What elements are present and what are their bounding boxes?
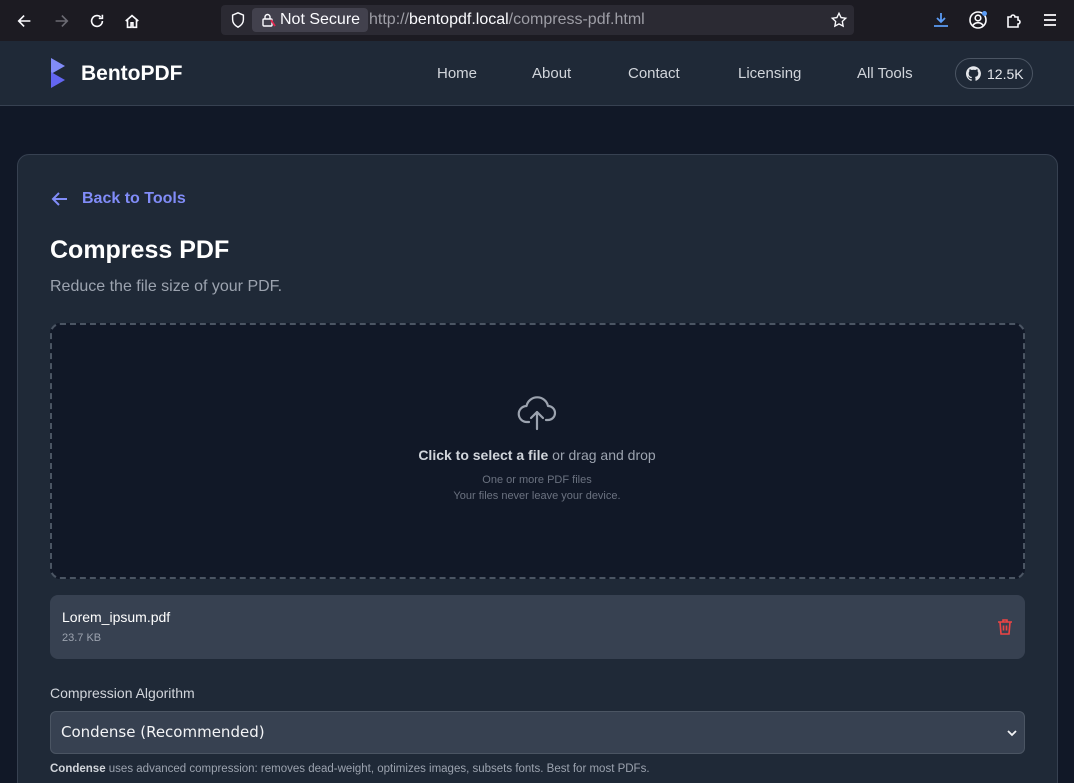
selected-algorithm: Condense (Recommended) (61, 723, 265, 741)
extensions-icon[interactable] (1004, 10, 1024, 30)
nav-contact[interactable]: Contact (628, 65, 680, 82)
dropzone-hint-privacy: Your files never leave your device. (453, 490, 621, 502)
page-subtitle: Reduce the file size of your PDF. (50, 278, 283, 295)
downloads-icon[interactable] (931, 10, 951, 30)
back-arrow-icon[interactable] (12, 8, 38, 34)
dropzone-instruction[interactable]: Click to select a file or drag and drop (0, 447, 1074, 463)
page-title: Compress PDF (50, 236, 230, 264)
shield-icon[interactable] (229, 11, 247, 29)
back-label: Back to Tools (82, 190, 186, 207)
file-list-item: Lorem_ipsum.pdf 23.7 KB (50, 595, 1025, 659)
cloud-upload-icon (517, 396, 557, 431)
url-path: /compress-pdf.html (508, 11, 645, 28)
dropzone-hint-filetypes: One or more PDF files (482, 474, 592, 486)
bookmark-star-icon[interactable] (830, 11, 848, 29)
github-stars-button[interactable]: 12.5K (955, 58, 1033, 89)
account-icon[interactable] (968, 10, 988, 30)
dropzone-cta-rest: or drag and drop (548, 447, 656, 463)
bentopdf-logo-icon[interactable] (49, 56, 69, 90)
url-prefix: http:// (369, 11, 410, 28)
nav-home[interactable]: Home (437, 65, 477, 82)
url-host: bentopdf.local (409, 11, 509, 28)
url-text[interactable]: http://bentopdf.local/compress-pdf.html (369, 11, 645, 29)
url-bar[interactable]: Not Secure http://bentopdf.local/compres… (221, 5, 854, 35)
file-size: 23.7 KB (62, 632, 102, 644)
file-name: Lorem_ipsum.pdf (62, 609, 171, 625)
compression-algorithm-select[interactable]: Condense (Recommended) (50, 711, 1025, 754)
home-icon[interactable] (119, 8, 145, 34)
lock-warning-icon (262, 13, 276, 27)
forward-arrow-icon[interactable] (48, 8, 74, 34)
chevron-down-icon (1007, 730, 1017, 737)
nav-licensing[interactable]: Licensing (738, 65, 801, 82)
not-secure-badge[interactable]: Not Secure (252, 8, 369, 32)
menu-icon[interactable] (1040, 10, 1060, 30)
browser-toolbar: Not Secure http://bentopdf.local/compres… (0, 0, 1074, 41)
trash-icon[interactable] (997, 618, 1013, 636)
nav-about[interactable]: About (532, 65, 571, 82)
not-secure-label: Not Secure (280, 11, 361, 28)
brand-name[interactable]: BentoPDF (81, 62, 183, 86)
algorithm-desc-name: Condense (50, 763, 106, 775)
app-header: BentoPDF Home About Contact Licensing Al… (0, 41, 1074, 106)
algorithm-description: Condense uses advanced compression: remo… (50, 763, 650, 775)
github-icon (966, 66, 981, 81)
back-to-tools-link[interactable]: Back to Tools (50, 189, 186, 209)
algorithm-desc-text: uses advanced compression: removes dead-… (105, 763, 650, 775)
reload-icon[interactable] (84, 8, 110, 34)
nav-all-tools[interactable]: All Tools (857, 65, 913, 82)
compression-algorithm-label: Compression Algorithm (50, 685, 195, 701)
github-stars-count: 12.5K (987, 65, 1024, 82)
dropzone-cta[interactable]: Click to select a file (418, 447, 548, 463)
arrow-left-icon (51, 192, 67, 206)
